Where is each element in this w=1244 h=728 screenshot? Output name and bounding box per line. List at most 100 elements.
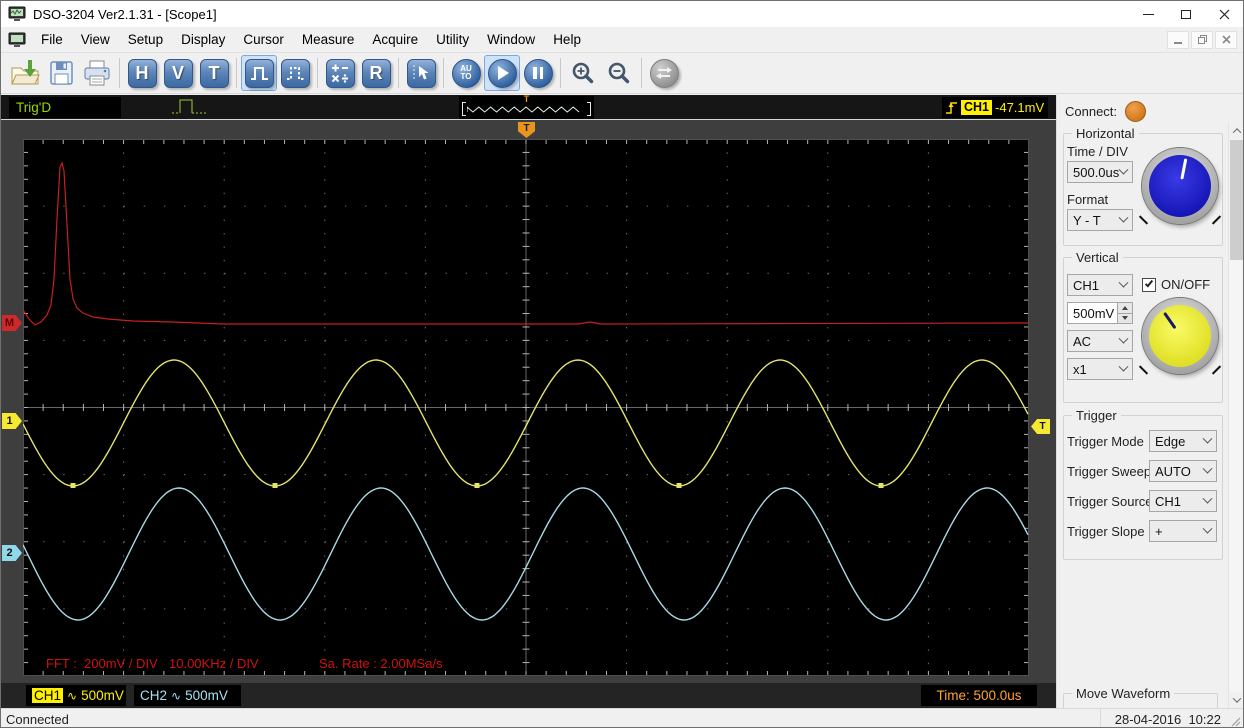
autoset-button[interactable]: AU TO [448,55,484,91]
vertical-group-title: Vertical [1072,250,1123,265]
trigger-setup-button[interactable]: T [196,55,232,91]
trigger-mode-select[interactable]: Edge [1149,430,1217,452]
onoff-checkbox[interactable] [1142,277,1156,292]
mdi-minimize-button[interactable] [1167,30,1189,49]
channel-select[interactable]: CH1 [1067,274,1133,296]
refresh-button[interactable]: R [358,55,394,91]
trigger-t-icon: T [199,58,229,88]
menu-window[interactable]: Window [478,28,544,51]
chevron-down-icon [1118,164,1129,175]
trigger-source-badge: CH1 [961,100,993,115]
stepper-down-button[interactable] [1118,313,1132,323]
horizontal-setup-button[interactable]: H [124,55,160,91]
preview-right-bracket [587,102,591,116]
timebase-readout: Time: 500.0us [921,685,1037,706]
format-select[interactable]: Y - T [1067,209,1133,231]
zoom-out-icon [608,62,630,84]
format-label: Format [1067,192,1109,207]
menu-display[interactable]: Display [172,28,234,51]
print-button[interactable] [79,55,115,91]
move-waveform-title: Move Waveform [1072,686,1175,701]
continuous-waveform-button[interactable] [277,55,313,91]
time-div-label: Time / DIV [1067,144,1128,159]
app-icon [8,6,26,22]
time-div-knob[interactable] [1142,148,1218,224]
pause-button[interactable] [520,55,556,91]
chevron-down-icon [1118,212,1129,223]
trigger-slope-select[interactable]: + [1149,520,1217,542]
math-channel-marker[interactable]: M [2,315,22,331]
fft-frequency-label: 10.00KHz / DIV [169,656,259,671]
menu-acquire[interactable]: Acquire [363,28,427,51]
horizontal-h-icon: H [127,58,157,88]
preview-waveform [467,106,580,113]
document-icon [8,32,26,48]
app-window: DSO-3204 Ver2.1.31 - [Scope1] File View … [0,0,1244,728]
menu-help[interactable]: Help [544,28,590,51]
channel-onoff[interactable]: ON/OFF [1142,277,1210,292]
refresh-r-icon: R [361,58,391,88]
ch1-zero-marker[interactable]: 1 [2,413,22,429]
ch1-coupling-icon: ∿ [67,688,78,703]
trigger-source-select[interactable]: CH1 [1149,490,1217,512]
minimize-button[interactable] [1129,1,1167,27]
trigger-sweep-select[interactable]: AUTO [1149,460,1217,482]
trigger-level-marker[interactable]: T [1031,419,1050,434]
scroll-down-button[interactable] [1229,692,1243,708]
coupling-select[interactable]: AC [1067,330,1133,352]
scrollbar-thumb[interactable] [1230,140,1243,260]
chevron-down-icon [1232,694,1241,703]
toolbar-separator [398,58,399,88]
scope-channel-bar: CH1 ∿ 500mV CH2 ∿ 500mV Time: 500.0us [1,683,1056,708]
cursor-measure-button[interactable] [403,55,439,91]
fft-scale-label: FFT : 200mV / DIV [46,656,158,671]
math-button[interactable] [322,55,358,91]
mdi-close-icon [1221,35,1231,44]
resize-grip[interactable] [1231,717,1241,727]
chevron-down-icon [1202,493,1213,504]
menu-bar: File View Setup Display Cursor Measure A… [1,27,1243,53]
menu-utility[interactable]: Utility [427,28,478,51]
vertical-setup-button[interactable]: V [160,55,196,91]
trigger-status-badge: Trig'D [9,97,121,118]
vertical-v-icon: V [163,58,193,88]
menu-setup[interactable]: Setup [119,28,172,51]
menu-measure[interactable]: Measure [293,28,364,51]
open-button[interactable] [7,55,43,91]
scroll-up-button[interactable] [1229,123,1243,139]
transfer-button[interactable] [646,55,682,91]
panel-scrollbar[interactable] [1228,123,1243,708]
trigger-position-marker[interactable]: T [518,122,535,138]
probe-select[interactable]: x1 [1067,358,1133,380]
close-button[interactable] [1205,1,1243,27]
single-waveform-button[interactable] [241,55,277,91]
connect-status-led [1125,101,1147,122]
ch2-zero-marker[interactable]: 2 [2,545,22,561]
menu-cursor[interactable]: Cursor [234,28,293,51]
menu-view[interactable]: View [72,28,119,51]
trigger-slope-label: Trigger Slope [1067,524,1145,539]
ch2-badge: CH2 [140,688,168,703]
stepper-up-button[interactable] [1118,303,1132,314]
menu-file[interactable]: File [32,28,72,51]
waveform-preview[interactable]: T [459,95,594,119]
save-button[interactable] [43,55,79,91]
time-div-select[interactable]: 500.0us [1067,161,1133,183]
maximize-button[interactable] [1167,1,1205,27]
printer-icon [84,60,110,86]
chevron-down-icon [1202,433,1213,444]
window-title: DSO-3204 Ver2.1.31 - [Scope1] [33,6,217,22]
connection-status: Connected [6,711,69,727]
cursor-arrow-icon [413,65,429,81]
chevron-down-icon [1118,333,1129,344]
trigger-readout: CH1 -47.1mV [942,97,1048,118]
toolbar: H V T R AU TO [1,53,1243,94]
ch1-badge: CH1 [32,688,64,703]
zoom-out-button[interactable] [601,55,637,91]
volt-div-stepper[interactable]: 500mV [1067,302,1133,324]
volt-div-knob[interactable] [1142,298,1218,374]
run-button[interactable] [484,55,520,91]
mdi-restore-button[interactable] [1191,30,1213,49]
mdi-close-button[interactable] [1215,30,1237,49]
zoom-in-button[interactable] [565,55,601,91]
